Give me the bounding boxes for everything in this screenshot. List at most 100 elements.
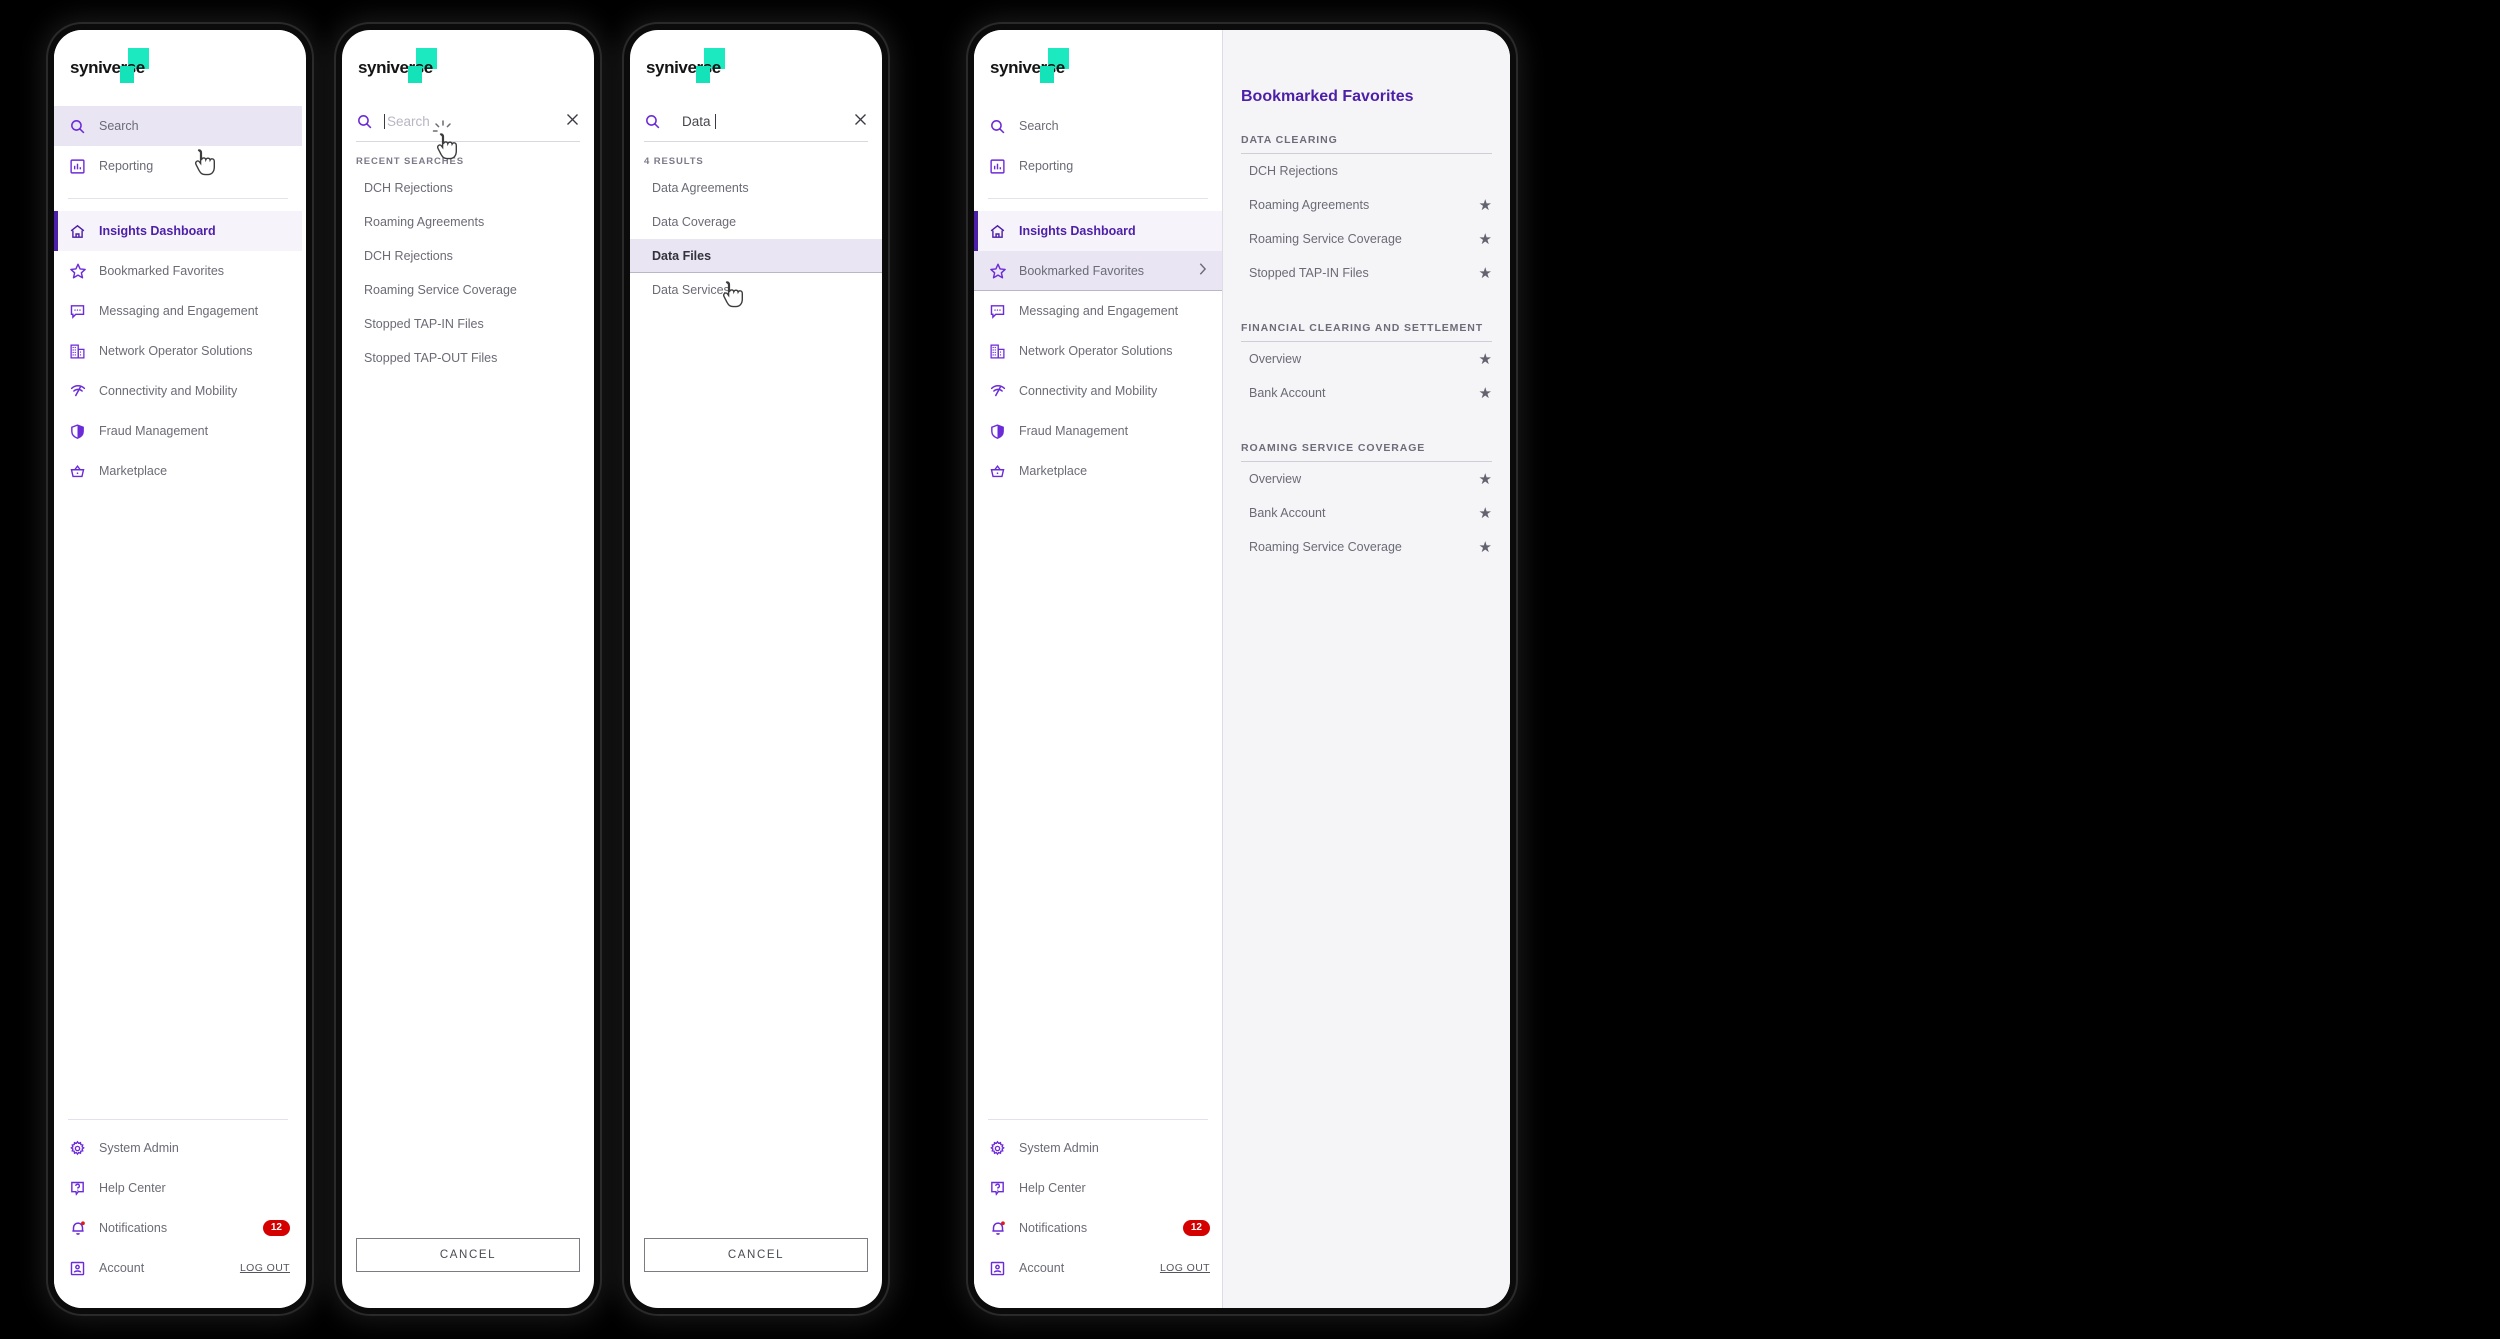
search-placeholder: Search <box>387 114 430 129</box>
favorites-group-data-clearing: DATA CLEARING DCH Rejections Roaming Agr… <box>1241 106 1492 294</box>
cancel-button[interactable]: CANCEL <box>644 1238 868 1272</box>
help-icon <box>68 1179 87 1198</box>
favorites-item-label: Bank Account <box>1249 506 1326 520</box>
sidebar-item-label: Account <box>99 1261 145 1275</box>
list-item[interactable]: DCH Rejections <box>342 171 594 205</box>
star-filled-icon[interactable]: ★ <box>1479 506 1492 521</box>
shield-icon <box>988 422 1007 441</box>
bookmarked-favorites-flyout: Bookmarked Favorites DATA CLEARING DCH R… <box>1222 30 1510 1308</box>
sidebar-item-marketplace[interactable]: Marketplace <box>974 451 1222 491</box>
sidebar-item-label: Help Center <box>99 1181 166 1195</box>
sidebar-item-label: Help Center <box>1019 1181 1086 1195</box>
logo-square-lower <box>408 66 422 83</box>
sidebar-item-label: Bookmarked Favorites <box>99 264 225 278</box>
sidebar-item-label: Network Operator Solutions <box>1019 344 1173 358</box>
favorites-item[interactable]: DCH Rejections <box>1241 154 1492 188</box>
star-filled-icon[interactable]: ★ <box>1479 540 1492 555</box>
sidebar-item-search[interactable]: Search <box>54 106 302 146</box>
search-icon <box>68 117 87 136</box>
close-icon[interactable] <box>853 112 868 131</box>
log-out-link[interactable]: LOG OUT <box>240 1262 290 1274</box>
star-filled-icon[interactable]: ★ <box>1479 472 1492 487</box>
search-input[interactable]: Data <box>672 114 843 129</box>
sidebar-item-messaging-and-engagement[interactable]: Messaging and Engagement <box>974 291 1222 331</box>
sidebar-item-fraud-management[interactable]: Fraud Management <box>974 411 1222 451</box>
list-item[interactable]: Stopped TAP-OUT Files <box>342 341 594 375</box>
favorites-item[interactable]: Bank Account ★ <box>1241 376 1492 410</box>
favorites-item-label: Overview <box>1249 352 1302 366</box>
search-icon <box>356 113 374 130</box>
sidebar-item-system-admin[interactable]: System Admin <box>54 1128 302 1168</box>
sidebar-item-system-admin[interactable]: System Admin <box>974 1128 1222 1168</box>
building-icon <box>988 342 1007 361</box>
sidebar-item-help-center[interactable]: Help Center <box>974 1168 1222 1208</box>
sidebar-item-reporting[interactable]: Reporting <box>54 146 302 186</box>
syniverse-logo: syniverse <box>358 48 437 83</box>
logo-square-lower <box>120 66 134 83</box>
favorites-group-title: DATA CLEARING <box>1241 106 1492 154</box>
sidebar-item-connectivity-and-mobility[interactable]: Connectivity and Mobility <box>974 371 1222 411</box>
building-icon <box>68 342 87 361</box>
sidebar-item-help-center[interactable]: Help Center <box>54 1168 302 1208</box>
sidebar-item-reporting[interactable]: Reporting <box>974 146 1222 186</box>
search-input-value: Data <box>682 114 711 129</box>
favorites-item[interactable]: Overview ★ <box>1241 462 1492 496</box>
search-icon <box>988 117 1007 136</box>
brand-logo: syniverse <box>54 30 302 106</box>
recent-searches-title: RECENT SEARCHES <box>356 156 464 167</box>
sidebar-item-label: Account <box>1019 1261 1065 1275</box>
sidebar-item-network-operator-solutions[interactable]: Network Operator Solutions <box>974 331 1222 371</box>
list-item[interactable]: Data Coverage <box>630 205 882 239</box>
footer-padding <box>974 1288 1222 1308</box>
text-caret <box>384 114 385 129</box>
search-input[interactable]: Search <box>384 114 555 129</box>
cancel-button[interactable]: CANCEL <box>356 1238 580 1272</box>
notifications-badge: 12 <box>262 1220 290 1236</box>
list-item[interactable]: DCH Rejections <box>342 239 594 273</box>
close-icon[interactable] <box>565 112 580 131</box>
home-icon <box>988 222 1007 241</box>
star-filled-icon[interactable]: ★ <box>1479 266 1492 281</box>
list-item[interactable]: Roaming Service Coverage <box>342 273 594 307</box>
favorites-item[interactable]: Roaming Service Coverage ★ <box>1241 222 1492 256</box>
sidebar-item-label: Bookmarked Favorites <box>1019 263 1145 278</box>
sidebar-item-label: System Admin <box>99 1141 179 1155</box>
sidebar-item-insights-dashboard[interactable]: Insights Dashboard <box>54 211 302 251</box>
star-filled-icon[interactable]: ★ <box>1479 232 1492 247</box>
sidebar-item-search[interactable]: Search <box>974 106 1222 146</box>
sidebar-item-label: Fraud Management <box>1019 424 1129 438</box>
sidebar-item-marketplace[interactable]: Marketplace <box>54 451 302 491</box>
sidebar-item-account[interactable]: Account LOG OUT <box>974 1248 1222 1288</box>
favorites-item[interactable]: Roaming Agreements ★ <box>1241 188 1492 222</box>
favorites-item[interactable]: Roaming Service Coverage ★ <box>1241 530 1492 564</box>
nav-divider-top <box>68 198 288 199</box>
sidebar-item-bookmarked-favorites[interactable]: Bookmarked Favorites <box>974 251 1222 291</box>
list-item[interactable]: Data Agreements <box>630 171 882 205</box>
favorites-item[interactable]: Overview ★ <box>1241 342 1492 376</box>
sidebar-item-messaging-and-engagement[interactable]: Messaging and Engagement <box>54 291 302 331</box>
log-out-link[interactable]: LOG OUT <box>1160 1262 1210 1274</box>
chat-icon <box>68 302 87 321</box>
sidebar-item-notifications[interactable]: Notifications 12 <box>974 1208 1222 1248</box>
sidebar-item-account[interactable]: Account LOG OUT <box>54 1248 302 1288</box>
favorites-item[interactable]: Bank Account ★ <box>1241 496 1492 530</box>
gear-icon <box>988 1139 1007 1158</box>
cancel-button-wrap: CANCEL <box>342 1238 594 1308</box>
star-filled-icon[interactable]: ★ <box>1479 352 1492 367</box>
sidebar-item-network-operator-solutions[interactable]: Network Operator Solutions <box>54 331 302 371</box>
sidebar-item-insights-dashboard[interactable]: Insights Dashboard <box>974 211 1222 251</box>
sidebar-item-connectivity-and-mobility[interactable]: Connectivity and Mobility <box>54 371 302 411</box>
sidebar-item-notifications[interactable]: Notifications 12 <box>54 1208 302 1248</box>
list-item[interactable]: Stopped TAP-IN Files <box>342 307 594 341</box>
favorites-item[interactable]: Stopped TAP-IN Files ★ <box>1241 256 1492 290</box>
help-icon <box>988 1179 1007 1198</box>
sidebar-item-fraud-management[interactable]: Fraud Management <box>54 411 302 451</box>
sidebar-item-label: Fraud Management <box>99 424 209 438</box>
list-item[interactable]: Data Services <box>630 273 882 307</box>
sidebar-item-bookmarked-favorites[interactable]: Bookmarked Favorites <box>54 251 302 291</box>
list-item-selected[interactable]: Data Files <box>630 239 882 273</box>
star-filled-icon[interactable]: ★ <box>1479 198 1492 213</box>
nav-divider-top <box>988 198 1208 199</box>
star-filled-icon[interactable]: ★ <box>1479 386 1492 401</box>
list-item[interactable]: Roaming Agreements <box>342 205 594 239</box>
